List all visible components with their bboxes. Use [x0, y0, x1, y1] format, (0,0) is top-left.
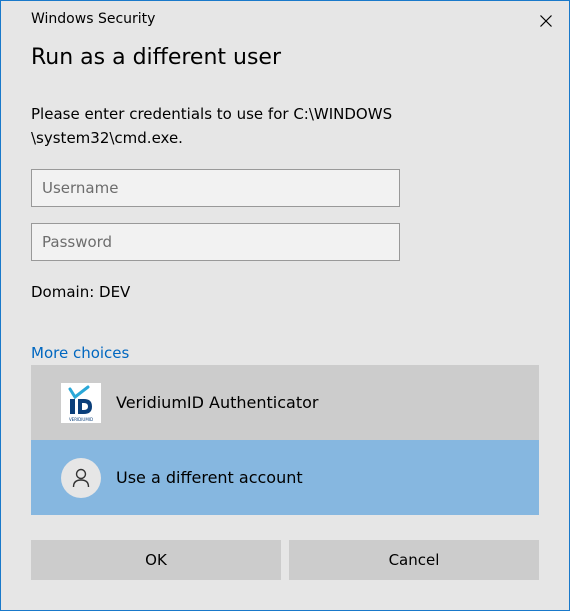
- cancel-button[interactable]: Cancel: [289, 540, 539, 580]
- veridiumid-logo-text: VERIDIUMID: [68, 417, 94, 422]
- more-choices-link[interactable]: More choices: [31, 344, 129, 362]
- veridiumid-logo-icon: VERIDIUMID: [61, 383, 101, 423]
- ok-button[interactable]: OK: [31, 540, 281, 580]
- message-line-1: Please enter credentials to use for C:\W…: [31, 105, 393, 123]
- user-icon: [72, 468, 90, 488]
- password-input[interactable]: [32, 224, 399, 260]
- username-input[interactable]: [32, 170, 399, 206]
- choice-use-different-account[interactable]: Use a different account: [31, 440, 539, 515]
- message-line-2: \system32\cmd.exe.: [31, 129, 183, 147]
- dialog-heading: Run as a different user: [31, 45, 282, 70]
- window-title: Windows Security: [31, 11, 156, 27]
- choice-label-veridiumid: VeridiumID Authenticator: [116, 393, 319, 412]
- choice-label-different-account: Use a different account: [116, 468, 303, 487]
- close-button[interactable]: [523, 1, 569, 41]
- choice-veridiumid-authenticator[interactable]: VERIDIUMID VeridiumID Authenticator: [31, 365, 539, 440]
- user-avatar: [61, 458, 101, 498]
- password-field-box: [31, 223, 400, 261]
- security-dialog: Windows Security Run as a different user…: [0, 0, 570, 611]
- dialog-message: Please enter credentials to use for C:\W…: [31, 102, 392, 150]
- username-field-box: [31, 169, 400, 207]
- close-icon: [540, 15, 552, 27]
- title-bar: Windows Security: [1, 1, 569, 41]
- domain-label: Domain: DEV: [31, 283, 131, 301]
